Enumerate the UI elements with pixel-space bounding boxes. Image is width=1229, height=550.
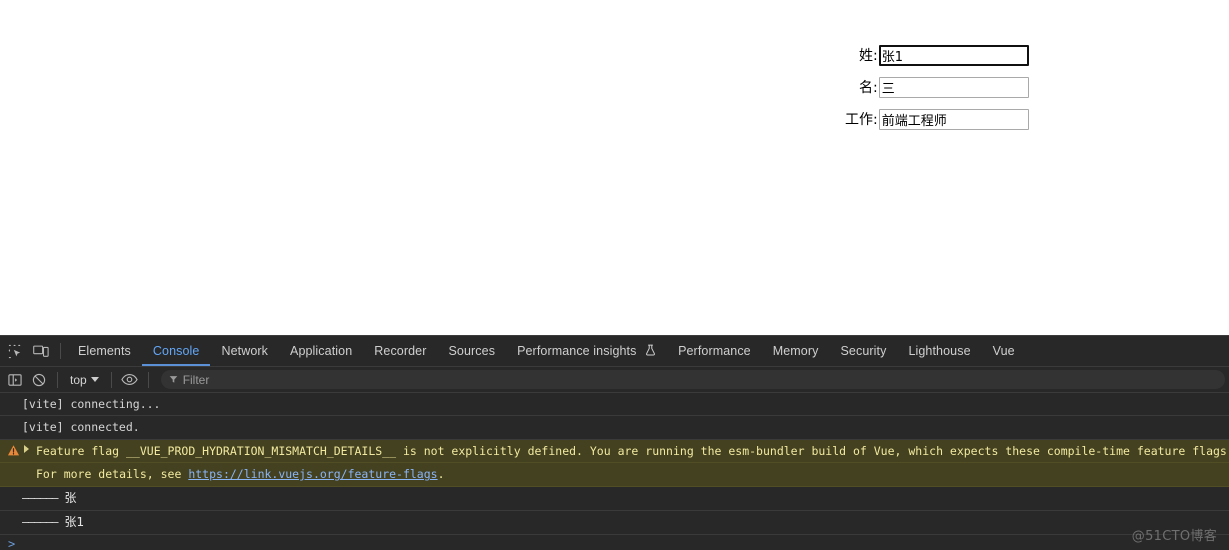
tab-security[interactable]: Security <box>829 336 897 366</box>
clear-console-icon[interactable] <box>27 369 51 391</box>
tab-label: Vue <box>992 344 1015 358</box>
warning-text: Feature flag __VUE_PROD_HYDRATION_MISMAT… <box>36 443 1229 458</box>
tab-label: Console <box>152 344 200 358</box>
console-sidebar-icon[interactable] <box>3 369 27 391</box>
tab-label: Network <box>221 344 269 358</box>
log-value: 张 <box>64 490 77 505</box>
tab-lighthouse[interactable]: Lighthouse <box>897 336 981 366</box>
console-row-log[interactable]: [vite] connecting... <box>0 393 1229 417</box>
toolbar-divider <box>57 371 58 388</box>
tab-label: Memory <box>772 344 819 358</box>
tab-label: Recorder <box>374 344 427 358</box>
expand-arrow-icon[interactable] <box>24 444 29 453</box>
web-page-viewport: 姓: 名: 工作: <box>0 0 1229 335</box>
warning-triangle-icon <box>7 444 20 457</box>
toolbar-divider <box>147 371 149 388</box>
devtools-tabbar: Elements Console Network Application Rec… <box>0 336 1229 367</box>
tab-vue[interactable]: Vue <box>982 336 1026 366</box>
toolbar-divider <box>110 371 112 388</box>
tab-recorder[interactable]: Recorder <box>363 336 437 366</box>
filter-funnel-icon <box>169 371 178 389</box>
dash-separator: —————— <box>22 514 59 529</box>
prompt-caret-icon: > <box>8 536 16 550</box>
form-row-givenname: 名: <box>845 77 1029 98</box>
tab-label: Performance insights <box>517 344 637 358</box>
log-text: [vite] connecting... <box>22 397 161 411</box>
context-label: top <box>70 372 87 387</box>
toolbar-divider <box>60 343 61 359</box>
tab-label: Security <box>840 344 887 358</box>
label-givenname: 名: <box>859 79 878 96</box>
console-message-list[interactable]: [vite] connecting... [vite] connected. F… <box>0 393 1229 550</box>
console-toolbar: top Filter <box>0 367 1229 393</box>
tab-network[interactable]: Network <box>210 336 279 366</box>
log-value: 张1 <box>64 514 85 529</box>
tab-label: Sources <box>448 344 496 358</box>
job-input[interactable] <box>878 109 1029 130</box>
log-text: [vite] connected. <box>22 420 140 435</box>
devtools-panel: Elements Console Network Application Rec… <box>0 335 1229 550</box>
label-surname: 姓: <box>859 47 878 64</box>
console-row-log[interactable]: [vite] connected. <box>0 416 1229 440</box>
tab-sources[interactable]: Sources <box>438 336 507 366</box>
warning-detail-text: For more details, see <box>36 467 189 482</box>
tab-elements[interactable]: Elements <box>67 336 142 366</box>
inspect-element-icon[interactable] <box>2 338 28 364</box>
label-job: 工作: <box>845 111 878 128</box>
console-row-log[interactable]: —————— 张1 <box>0 511 1229 535</box>
feature-flags-link[interactable]: https://link.vuejs.org/feature-flags <box>188 467 437 481</box>
surname-input[interactable] <box>878 45 1029 66</box>
tab-console[interactable]: Console <box>141 336 211 366</box>
tab-application[interactable]: Application <box>279 336 363 366</box>
eye-icon[interactable] <box>118 369 142 391</box>
tab-label: Performance <box>678 344 751 358</box>
console-row-log[interactable]: —————— 张 <box>0 487 1229 511</box>
chevron-down-icon <box>90 377 99 382</box>
console-row-warning[interactable]: Feature flag __VUE_PROD_HYDRATION_MISMAT… <box>0 439 1229 464</box>
givenname-input[interactable] <box>878 77 1029 98</box>
tab-label: Application <box>290 344 353 358</box>
dash-separator: —————— <box>22 490 59 505</box>
tab-performance[interactable]: Performance <box>667 336 762 366</box>
execution-context-select[interactable]: top <box>64 370 105 390</box>
person-form: 姓: 名: 工作: <box>845 45 1029 130</box>
tab-performance-insights[interactable]: Performance insights <box>506 336 667 366</box>
filter-placeholder: Filter <box>182 372 210 387</box>
console-row-warning-detail[interactable]: For more details, see https://link.vuejs… <box>0 463 1229 487</box>
device-toolbar-icon[interactable] <box>28 338 54 364</box>
warning-detail-suffix: . <box>437 467 445 482</box>
console-filter-input[interactable]: Filter <box>160 370 1225 389</box>
form-row-job: 工作: <box>845 109 1029 130</box>
tab-label: Lighthouse <box>908 344 971 358</box>
form-row-surname: 姓: <box>845 45 1029 66</box>
experiment-flask-icon <box>645 337 656 367</box>
console-prompt[interactable]: > <box>0 535 1229 550</box>
tab-memory[interactable]: Memory <box>762 336 830 366</box>
tab-label: Elements <box>78 344 131 358</box>
